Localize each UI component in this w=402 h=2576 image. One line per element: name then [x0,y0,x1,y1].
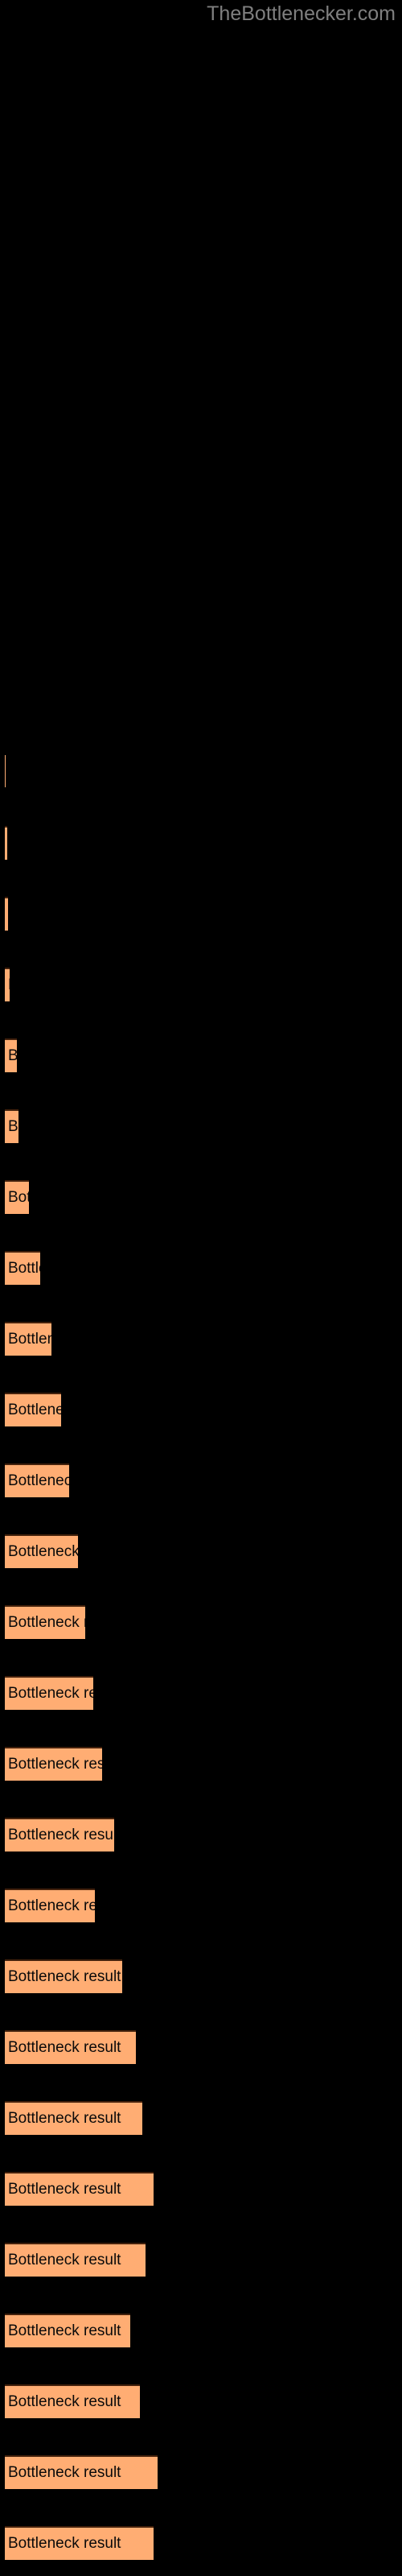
bottleneck-result-bar[interactable]: Bottleneck result [5,1322,51,1356]
page-root: TheBottlenecker.com Bottleneck resultBot… [0,0,402,2576]
bottleneck-result-bar[interactable]: Bottleneck result [5,2455,158,2489]
bar-row: Bottleneck result [0,1534,402,1570]
bar-row: Bottleneck result [0,968,402,1003]
bottleneck-result-bar[interactable]: Bottleneck result [5,826,7,860]
bottleneck-result-bar[interactable]: Bottleneck result [5,1818,114,1852]
bar-row: Bottleneck result [0,1889,402,1924]
bar-label: Bottleneck result [8,2252,121,2268]
bar-label: Bottleneck result [8,2464,121,2481]
bar-label: Bottleneck result [8,1897,95,1914]
bottleneck-result-bar[interactable]: Bottleneck result [5,1393,61,1426]
bar-label: Bottleneck result [8,1614,85,1631]
bar-label: Bottleneck result [8,2181,121,2198]
bottleneck-result-bar[interactable]: Bottleneck result [5,2314,130,2347]
bottleneck-result-bar[interactable]: Bottleneck result [5,1676,93,1710]
bar-label: Bottleneck result [8,977,10,993]
bar-label: Bottleneck result [8,1118,18,1135]
bottleneck-result-bar[interactable]: Bottleneck result [5,2172,154,2206]
bottleneck-result-bar[interactable]: Bottleneck result [5,2384,140,2418]
bar-row: Bottleneck result [0,1109,402,1145]
bar-label: Bottleneck result [8,1543,78,1560]
bottleneck-result-bar[interactable]: Bottleneck result [5,2243,146,2277]
bar-row: Bottleneck result [0,1959,402,1995]
bar-label: Bottleneck result [8,1472,69,1489]
bar-row: Bottleneck result [0,1393,402,1428]
bar-row: Bottleneck result [0,1322,402,1357]
bottleneck-result-bar[interactable]: Bottleneck result [5,2101,142,2135]
bar-label: Bottleneck result [8,2039,121,2056]
bar-row: Bottleneck result [0,1747,402,1782]
bottleneck-result-bar[interactable]: Bottleneck result [5,2526,154,2560]
bar-row: Bottleneck result [0,2455,402,2491]
bar-label: Bottleneck result [8,1260,40,1277]
bar-label: Bottleneck result [8,1331,51,1348]
bottleneck-result-bar[interactable]: Bottleneck result [5,1534,78,1568]
bar-row: Bottleneck result [0,1605,402,1641]
bar-label: Bottleneck result [8,2535,121,2552]
bar-row: Bottleneck result [0,1676,402,1711]
bar-label: Bottleneck result [8,1827,114,1843]
bar-label: Bottleneck result [8,2393,121,2410]
bar-row: Bottleneck result [0,2314,402,2349]
bar-row: Bottleneck result [0,2243,402,2278]
bar-row: Bottleneck result [0,826,402,861]
bar-row: Bottleneck result [0,2172,402,2207]
bottleneck-bar-chart: Bottleneck result Bottleneck result Bottle… [0,0,402,2576]
bar-label: Bottleneck result [8,1968,121,1985]
bottleneck-result-bar[interactable]: Bottleneck result [5,1959,122,1993]
bar-label: Bottleneck result [8,1402,61,1418]
bottleneck-result-bar[interactable]: Bottleneck result [5,1038,17,1072]
bottleneck-result-bar[interactable]: Bottleneck result [5,2030,136,2064]
bottleneck-result-bar[interactable]: Bottleneck result [5,968,10,1001]
bottleneck-result-bar[interactable]: Bottleneck result [5,1463,69,1497]
bottleneck-result-bar[interactable]: Bottleneck result [5,1109,18,1143]
bottleneck-result-bar[interactable]: Bottleneck result [5,1747,102,1781]
bar-label: Bottleneck result [8,1189,29,1206]
bar-row: Bottleneck result [0,2030,402,2066]
bar-row: Bottleneck result [0,1463,402,1499]
bar-row: Bottleneck result [0,2101,402,2136]
bar-row: Bottleneck result [0,1180,402,1216]
bar-row: Bottleneck result [0,2526,402,2562]
bar-row: Bottleneck result [0,1038,402,1074]
bar-row: Bottleneck result [0,897,402,932]
bottleneck-result-bar[interactable]: Bottleneck result [5,1251,40,1285]
bar-label: Bottleneck result [8,2322,121,2339]
bottleneck-result-bar[interactable]: Bottleneck result [5,1605,85,1639]
bar-label: Bottleneck result [8,1048,17,1064]
bar-row: Bottleneck result [0,1818,402,1853]
bar-label: Bottleneck result [8,1756,102,1773]
bottleneck-result-bar[interactable]: Bottleneck result [5,1889,95,1922]
bar-label: Bottleneck result [8,1685,93,1702]
bar-row: Bottleneck result [0,755,402,791]
bottleneck-result-bar[interactable]: Bottleneck result [5,755,6,787]
bottleneck-result-bar[interactable]: Bottleneck result [5,897,8,931]
bar-label: Bottleneck result [8,2110,121,2127]
bar-row: Bottleneck result [0,2384,402,2420]
bar-row: Bottleneck result [0,1251,402,1286]
bottleneck-result-bar[interactable]: Bottleneck result [5,1180,29,1214]
